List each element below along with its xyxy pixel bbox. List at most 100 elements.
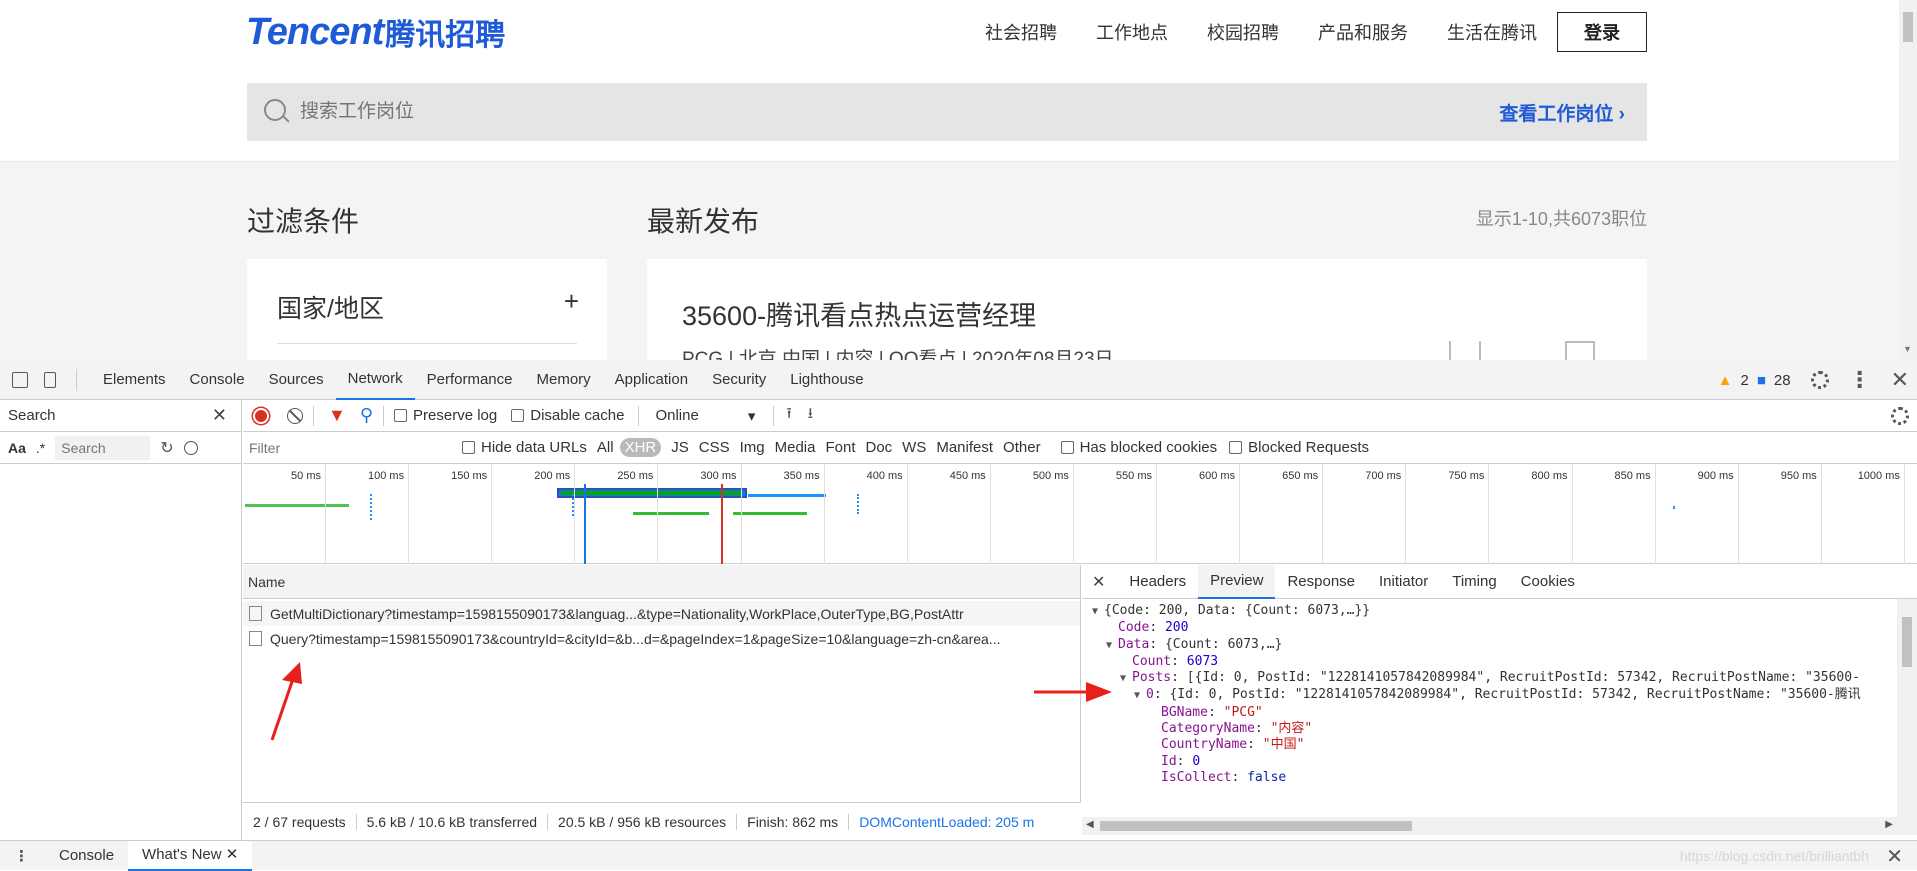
warning-count[interactable]: 2 [1740, 372, 1748, 389]
regex-toggle[interactable]: .* [36, 440, 45, 456]
tab-response[interactable]: Response [1275, 565, 1367, 599]
tab-network[interactable]: Network [335, 360, 415, 400]
inspect-element-icon[interactable] [12, 371, 28, 388]
drawer-tab-console[interactable]: Console [45, 841, 128, 871]
type-css[interactable]: CSS [699, 439, 730, 456]
message-icon[interactable]: ■ [1757, 372, 1766, 389]
tab-headers[interactable]: Headers [1117, 565, 1198, 599]
request-name[interactable]: Query?timestamp=1598155090173&countryId=… [270, 631, 1000, 647]
has-blocked-cookies-checkbox[interactable]: Has blocked cookies [1060, 439, 1217, 456]
login-button[interactable]: 登录 [1557, 12, 1647, 52]
page-scrollbar[interactable]: ▼ [1899, 0, 1917, 360]
clear-icon[interactable] [287, 407, 303, 424]
import-har-icon[interactable]: ⭱ [786, 403, 791, 428]
checkbox-icon[interactable] [1060, 441, 1074, 454]
tencent-logo[interactable]: Tencent 腾讯招聘 [246, 10, 505, 54]
blocked-requests-checkbox[interactable]: Blocked Requests [1229, 439, 1369, 456]
scrollbar-thumb[interactable] [1100, 821, 1412, 831]
throttling-select[interactable]: Online ▾ [655, 407, 755, 425]
name-column-header[interactable]: Name [243, 565, 1080, 599]
disable-cache-checkbox[interactable]: Disable cache [511, 407, 624, 424]
close-devtools-icon[interactable]: ✕ [1891, 367, 1909, 393]
json-node[interactable]: ▼ Data: {Count: 6073,…} [1082, 637, 1897, 654]
share-icon[interactable] [1449, 341, 1481, 360]
json-root[interactable]: ▼ {Code: 200, Data: {Count: 6073,…}} [1082, 603, 1897, 620]
type-font[interactable]: Font [825, 439, 855, 456]
nav-campus-recruit[interactable]: 校园招聘 [1207, 20, 1279, 46]
warning-icon[interactable]: ▲ [1718, 372, 1733, 389]
network-overview-timeline[interactable]: 50 ms 100 ms 150 ms 200 ms 250 ms 300 ms 350 m… [243, 464, 1917, 564]
tab-cookies[interactable]: Cookies [1509, 565, 1587, 599]
expand-triangle-icon[interactable]: ▼ [1106, 638, 1118, 654]
tab-sources[interactable]: Sources [257, 360, 336, 400]
expand-triangle-icon[interactable]: ▼ [1134, 688, 1146, 704]
hide-data-urls-checkbox[interactable]: Hide data URLs [462, 439, 587, 456]
type-other[interactable]: Other [1003, 439, 1041, 456]
tab-elements[interactable]: Elements [91, 360, 178, 400]
device-toolbar-icon[interactable] [44, 371, 56, 388]
settings-gear-icon[interactable] [1810, 371, 1829, 389]
tab-timing[interactable]: Timing [1440, 565, 1508, 599]
close-search-icon[interactable]: ✕ [212, 405, 227, 426]
expand-triangle-icon[interactable]: ▼ [1120, 671, 1132, 687]
message-count[interactable]: 28 [1774, 372, 1791, 389]
tab-preview[interactable]: Preview [1198, 564, 1276, 599]
type-ws[interactable]: WS [902, 439, 926, 456]
tab-console[interactable]: Console [178, 360, 257, 400]
nav-life[interactable]: 生活在腾讯 [1447, 20, 1537, 46]
type-manifest[interactable]: Manifest [936, 439, 993, 456]
preserve-log-checkbox[interactable]: Preserve log [394, 407, 497, 424]
record-icon[interactable] [253, 407, 269, 424]
type-doc[interactable]: Doc [865, 439, 892, 456]
type-js[interactable]: JS [671, 439, 689, 456]
type-media[interactable]: Media [775, 439, 816, 456]
sidebar-search-input[interactable] [55, 435, 151, 460]
close-tab-icon[interactable]: ✕ [226, 846, 239, 863]
match-case-toggle[interactable]: Aa [8, 440, 26, 456]
json-node[interactable]: ▼ 0: {Id: 0, PostId: "1228141057842089984… [1082, 687, 1897, 704]
job-title[interactable]: 35600-腾讯看点热点运营经理 [682, 294, 1036, 333]
type-xhr[interactable]: XHR [619, 438, 662, 457]
expand-country-button[interactable]: + [564, 286, 579, 317]
clear-search-icon[interactable] [183, 440, 198, 455]
checkbox-icon[interactable] [511, 409, 525, 422]
close-detail-icon[interactable]: ✕ [1092, 572, 1105, 592]
job-card[interactable]: 35600-腾讯看点热点运营经理 PCG | 北京,中国 | 内容 | QQ看点… [647, 259, 1647, 360]
tab-initiator[interactable]: Initiator [1367, 565, 1440, 599]
network-settings-gear-icon[interactable] [1891, 407, 1909, 425]
expand-triangle-icon[interactable]: ▼ [1092, 604, 1104, 620]
scrollbar-thumb[interactable] [1902, 617, 1912, 667]
filter-icon[interactable]: ▼ [328, 405, 346, 426]
tab-lighthouse[interactable]: Lighthouse [778, 360, 875, 400]
nav-products[interactable]: 产品和服务 [1318, 20, 1408, 46]
more-options-icon[interactable]: ⋮ [1849, 369, 1871, 391]
request-row[interactable]: Query?timestamp=1598155090173&countryId=… [243, 626, 1080, 651]
request-row[interactable]: GetMultiDictionary?timestamp=15981550901… [243, 601, 1080, 626]
export-har-icon[interactable]: ⭳ [808, 403, 813, 428]
refresh-icon[interactable]: ↻ [160, 438, 173, 458]
scroll-right-icon[interactable]: ▶ [1885, 819, 1893, 830]
request-name[interactable]: GetMultiDictionary?timestamp=15981550901… [270, 606, 964, 622]
network-filter-input[interactable] [249, 436, 454, 459]
search-icon[interactable]: ⚲ [360, 405, 373, 426]
job-search-input[interactable] [300, 101, 1200, 123]
scroll-left-icon[interactable]: ◀ [1086, 819, 1094, 830]
preview-vertical-scrollbar[interactable] [1897, 599, 1917, 835]
checkbox-icon[interactable] [1229, 441, 1243, 454]
nav-work-location[interactable]: 工作地点 [1096, 20, 1168, 46]
tab-security[interactable]: Security [700, 360, 778, 400]
page-scrollbar-thumb[interactable] [1903, 12, 1913, 42]
type-all[interactable]: All [597, 439, 614, 456]
tab-memory[interactable]: Memory [525, 360, 603, 400]
tab-performance[interactable]: Performance [415, 360, 525, 400]
drawer-tab-whats-new[interactable]: What's New ✕ [128, 840, 253, 871]
close-drawer-icon[interactable]: ✕ [1886, 844, 1903, 869]
drawer-menu-icon[interactable]: ⋮ [14, 847, 29, 865]
scroll-down-icon[interactable]: ▼ [1903, 344, 1912, 354]
preview-horizontal-scrollbar[interactable]: ◀ ▶ [1082, 817, 1897, 835]
favorite-icon[interactable] [1565, 341, 1595, 360]
view-jobs-link[interactable]: 查看工作岗位 › [1499, 99, 1625, 126]
tab-application[interactable]: Application [603, 360, 700, 400]
json-node[interactable]: ▼ Posts: [{Id: 0, PostId: "12281410578420… [1082, 670, 1897, 687]
nav-social-recruit[interactable]: 社会招聘 [985, 20, 1057, 46]
